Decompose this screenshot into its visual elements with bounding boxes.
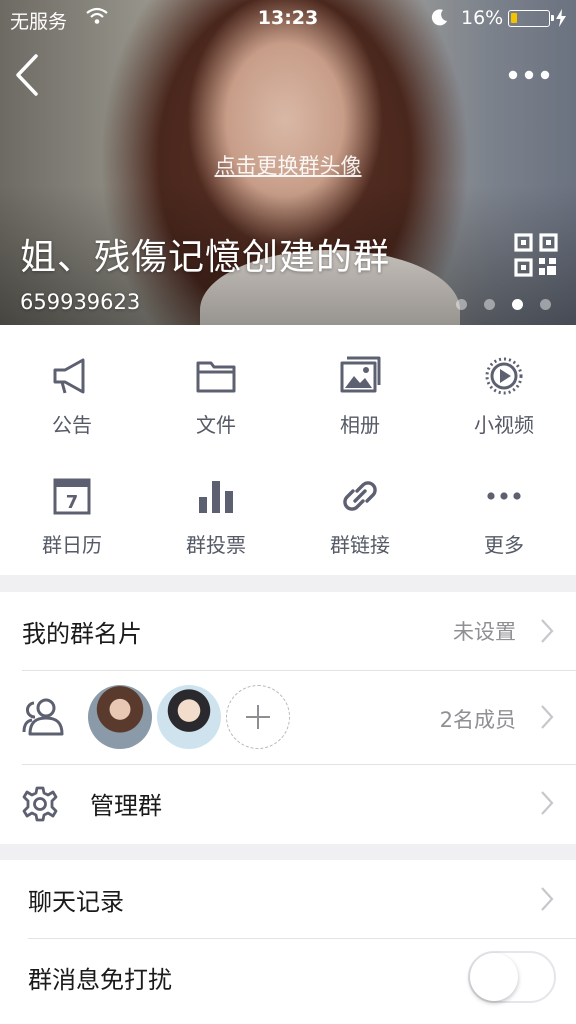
- feature-label: 群日历: [42, 533, 102, 557]
- add-member-button[interactable]: [226, 685, 290, 749]
- page-dot: [540, 299, 551, 310]
- chevron-right-icon: [541, 887, 554, 911]
- change-group-avatar-link[interactable]: 点击更换群头像: [0, 150, 576, 180]
- gear-icon: [22, 786, 58, 822]
- my-group-card-title: 我的群名片: [22, 620, 142, 648]
- feature-calendar[interactable]: 7 群日历: [0, 475, 144, 585]
- feature-label: 公告: [52, 413, 92, 437]
- chat-history-title: 聊天记录: [28, 888, 124, 916]
- page-dot: [484, 299, 495, 310]
- page-dot: [456, 299, 467, 310]
- folder-icon: [196, 361, 236, 393]
- manage-group-row[interactable]: 管理群: [0, 764, 576, 844]
- megaphone-icon: [53, 358, 85, 394]
- feature-files[interactable]: 文件: [144, 355, 288, 465]
- feature-label: 群投票: [186, 533, 246, 557]
- battery-percent: 16%: [461, 7, 504, 29]
- feature-label: 更多: [484, 533, 524, 557]
- feature-label: 小视频: [474, 413, 534, 437]
- group-id: 659939623: [20, 290, 141, 314]
- feature-label: 群链接: [330, 533, 390, 557]
- my-group-card-value: 未设置: [453, 620, 516, 644]
- feature-more[interactable]: 更多: [432, 475, 576, 585]
- back-icon[interactable]: [12, 52, 42, 98]
- moon-icon: [431, 9, 447, 26]
- feature-grid: 公告 文件 相册 小视频 7 群日历 群投票 群链接 更多: [0, 325, 576, 575]
- members-row[interactable]: 2名成员: [0, 670, 576, 764]
- feature-announcement[interactable]: 公告: [0, 355, 144, 465]
- page-dot-active: [512, 299, 523, 310]
- charging-bolt-icon: [556, 9, 566, 27]
- member-avatar[interactable]: [88, 685, 152, 749]
- feature-short-video[interactable]: 小视频: [432, 355, 576, 465]
- members-icon: [22, 698, 64, 736]
- ellipsis-icon: [487, 492, 521, 500]
- mute-notifications-title: 群消息免打扰: [28, 966, 172, 994]
- qr-code-icon[interactable]: [514, 233, 558, 277]
- members-count: 2名成员: [439, 708, 516, 732]
- bar-chart-icon: [199, 481, 233, 513]
- photo-album-icon: [340, 356, 381, 393]
- link-icon: [343, 481, 377, 511]
- feature-link[interactable]: 群链接: [288, 475, 432, 585]
- my-group-card-row[interactable]: 我的群名片 未设置: [0, 592, 576, 670]
- manage-group-title: 管理群: [90, 792, 162, 820]
- status-bar: 无服务 13:23 16%: [0, 0, 576, 38]
- battery-icon: [508, 10, 554, 27]
- feature-album[interactable]: 相册: [288, 355, 432, 465]
- plus-icon: [246, 705, 270, 729]
- cover-page-dots: [456, 299, 551, 310]
- chat-history-row[interactable]: 聊天记录: [0, 860, 576, 938]
- feature-label: 文件: [196, 413, 236, 437]
- group-name: 姐、残傷记憶创建的群: [20, 237, 391, 278]
- mute-notifications-toggle[interactable]: [468, 951, 556, 1003]
- mute-notifications-row: 群消息免打扰: [0, 938, 576, 1016]
- calendar-icon: 7: [53, 478, 91, 515]
- chat-settings-section: 聊天记录 群消息免打扰: [0, 860, 576, 1024]
- chevron-right-icon: [541, 791, 554, 815]
- feature-vote[interactable]: 群投票: [144, 475, 288, 585]
- member-avatar[interactable]: [157, 685, 221, 749]
- chevron-right-icon: [541, 705, 554, 729]
- chevron-right-icon: [541, 619, 554, 643]
- video-play-icon: [485, 357, 523, 395]
- calendar-day: 7: [66, 492, 79, 513]
- more-icon[interactable]: [508, 64, 550, 86]
- feature-label: 相册: [340, 413, 380, 437]
- toggle-knob: [470, 953, 518, 1001]
- group-settings-section: 我的群名片 未设置 2名成员 管理群: [0, 592, 576, 844]
